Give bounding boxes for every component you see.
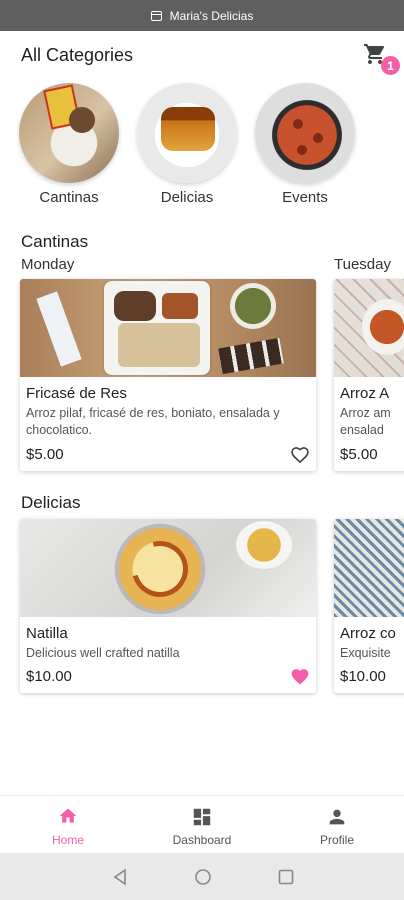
- nav-label: Home: [51, 833, 84, 847]
- category-delicias[interactable]: Delicias: [137, 83, 237, 206]
- product-name: Fricasé de Res: [26, 385, 127, 402]
- window-icon: [150, 10, 162, 21]
- product-description: Arroz pilaf, fricasé de res, boniato, en…: [26, 406, 280, 437]
- dashboard-icon: [193, 808, 211, 826]
- page-title: All Categories: [21, 45, 134, 65]
- nav-profile[interactable]: Profile: [287, 796, 387, 854]
- product-price: $5.00: [26, 446, 64, 463]
- nav-label: Profile: [319, 833, 354, 847]
- category-label: Cantinas: [39, 189, 99, 206]
- window-title-bar: Maria's Delicias: [0, 0, 404, 31]
- product-card[interactable]: Arroz A Arroz am ensalad $5.00: [334, 279, 404, 471]
- category-events[interactable]: Events: [255, 83, 355, 206]
- product-image: [20, 279, 316, 377]
- product-price: $5.00: [340, 446, 378, 463]
- bottom-navigation: Home Dashboard Profile: [0, 795, 404, 853]
- product-description: Arroz am ensalad: [340, 406, 391, 437]
- cart-button[interactable]: 1: [362, 42, 400, 76]
- category-label: Events: [282, 189, 328, 206]
- category-image: [19, 83, 119, 183]
- product-name: Arroz co: [340, 625, 396, 642]
- product-name: Natilla: [26, 625, 68, 642]
- recents-icon[interactable]: [277, 868, 295, 886]
- product-card[interactable]: Natilla Delicious well crafted natilla $…: [20, 519, 316, 693]
- app-title: Maria's Delicias: [169, 8, 254, 23]
- section-title-delicias: Delicias: [21, 493, 81, 512]
- system-navigation-bar: [0, 853, 404, 900]
- cart-count-badge: 1: [381, 56, 400, 75]
- product-card[interactable]: Fricasé de Res Arroz pilaf, fricasé de r…: [20, 279, 316, 471]
- product-description: Exquisite: [340, 646, 391, 660]
- nav-label: Dashboard: [172, 833, 232, 847]
- product-price: $10.00: [340, 668, 386, 685]
- product-image: [20, 519, 316, 617]
- product-card[interactable]: Arroz co Exquisite $10.00: [334, 519, 404, 693]
- section-title-cantinas: Cantinas: [21, 232, 89, 251]
- category-label: Delicias: [160, 189, 214, 206]
- product-price: $10.00: [26, 668, 72, 685]
- product-name: Arroz A: [340, 385, 390, 402]
- nav-dashboard[interactable]: Dashboard: [152, 796, 252, 854]
- product-image: [334, 519, 404, 617]
- category-cantinas[interactable]: Cantinas: [19, 83, 119, 206]
- category-image: [137, 83, 237, 183]
- product-image: [334, 279, 404, 377]
- person-icon: [329, 809, 345, 825]
- home-icon: [59, 808, 77, 823]
- day-label: Tuesday: [334, 256, 391, 273]
- back-icon[interactable]: [112, 868, 128, 886]
- product-description: Delicious well crafted natilla: [26, 646, 180, 660]
- category-image: [255, 83, 355, 183]
- app-screen: Maria's Delicias All Categories 1 Cantin…: [0, 0, 404, 900]
- heart-icon[interactable]: [289, 445, 311, 465]
- home-circle-icon[interactable]: [194, 868, 212, 886]
- heart-icon[interactable]: [289, 667, 311, 687]
- day-label: Monday: [21, 256, 75, 273]
- nav-home[interactable]: Home: [18, 796, 118, 854]
